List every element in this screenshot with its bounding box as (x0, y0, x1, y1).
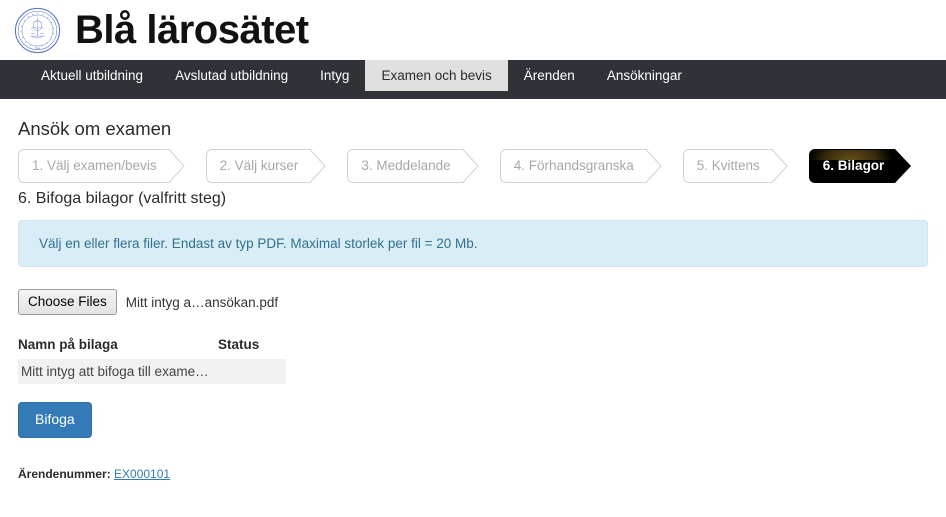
step-label: 5. Kvittens (696, 158, 760, 174)
step-label: 1. Välj examen/bevis (32, 158, 157, 174)
column-header-status: Status (218, 337, 260, 353)
step-label: 3. Meddelande (361, 158, 451, 174)
table-header-row: Namn på bilaga Status (18, 337, 286, 359)
nav-tab-intyg[interactable]: Intyg (304, 60, 365, 91)
main-content: Ansök om examen 1. Välj examen/bevis 2. … (0, 118, 946, 481)
table-row: Mitt intyg att bifoga till exame… (18, 359, 286, 385)
site-header: 1848 Blå lärosätet (0, 0, 946, 60)
step-arrow-icon (306, 149, 326, 184)
step-arrow-icon (165, 149, 185, 184)
step-label: 6. Bilagor (822, 158, 885, 174)
step-label: 4. Förhandsgranska (513, 158, 634, 174)
cell-attachment-status (218, 359, 286, 385)
nav-bottom-border (0, 91, 946, 99)
bifoga-submit-button[interactable]: Bifoga (18, 402, 92, 438)
step-arrow-icon (459, 149, 479, 184)
case-number: Ärendenummer: EX000101 (18, 467, 928, 481)
step-5-kvittens[interactable]: 5. Kvittens (682, 149, 788, 184)
step-arrow-icon (768, 149, 788, 184)
step-2-valj-kurser[interactable]: 2. Välj kurser (205, 149, 327, 184)
step-3-meddelande[interactable]: 3. Meddelande (347, 149, 479, 184)
page-title: Ansök om examen (18, 118, 172, 139)
case-number-label: Ärendenummer: (18, 466, 111, 481)
nav-tab-ansokningar[interactable]: Ansökningar (591, 60, 698, 91)
selected-file-name: Mitt intyg a…ansökan.pdf (125, 294, 279, 310)
nav-tab-arenden[interactable]: Ärenden (508, 60, 591, 91)
section-title: 6. Bifoga bilagor (valfritt steg) (18, 190, 227, 208)
step-progress-bar: 1. Välj examen/bevis 2. Välj kurser 3. M… (18, 148, 928, 184)
site-title: Blå lärosätet (75, 8, 309, 52)
case-number-link[interactable]: EX000101 (114, 467, 170, 481)
step-arrow-icon (642, 149, 662, 184)
step-1-valj-examen-bevis[interactable]: 1. Välj examen/bevis (18, 149, 185, 184)
svg-text:1848: 1848 (35, 46, 41, 50)
cell-attachment-name: Mitt intyg att bifoga till exame… (18, 359, 218, 385)
info-alert: Välj en eller flera filer. Endast av typ… (18, 220, 928, 268)
choose-files-button[interactable]: Choose Files (18, 289, 117, 316)
step-label: 2. Välj kurser (219, 158, 299, 174)
file-upload-row: Choose Files Mitt intyg a…ansökan.pdf (18, 289, 928, 316)
column-header-name: Namn på bilaga (18, 337, 118, 353)
university-seal-icon: 1848 (14, 7, 61, 54)
nav-spacer (0, 99, 946, 104)
main-navigation: Aktuell utbildning Avslutad utbildning I… (0, 60, 946, 91)
nav-tab-examen-och-bevis[interactable]: Examen och bevis (365, 60, 508, 91)
attachments-table: Namn på bilaga Status Mitt intyg att bif… (18, 337, 286, 385)
step-4-forhandsgranska[interactable]: 4. Förhandsgranska (499, 149, 662, 184)
step-6-bilagor[interactable]: 6. Bilagor (808, 149, 913, 184)
nav-tab-aktuell-utbildning[interactable]: Aktuell utbildning (25, 60, 159, 91)
step-arrow-icon (892, 149, 912, 184)
nav-tab-avslutad-utbildning[interactable]: Avslutad utbildning (159, 60, 304, 91)
